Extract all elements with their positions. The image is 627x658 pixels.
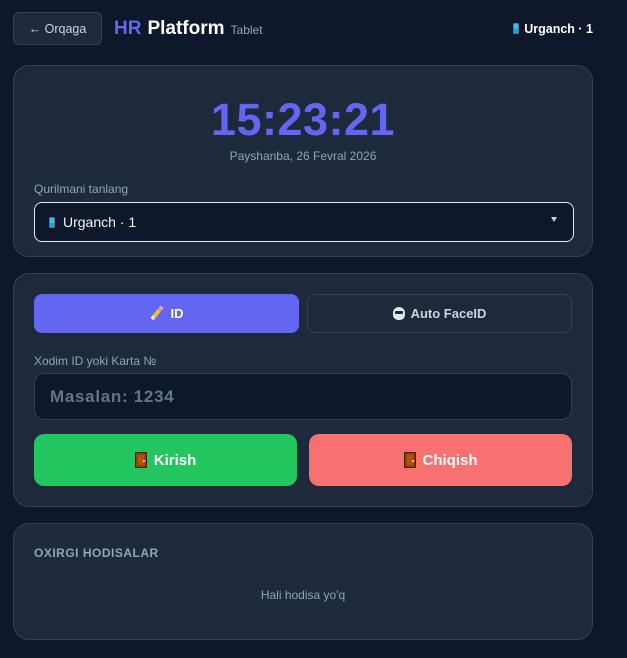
enter-button-label: Kirish <box>153 451 197 469</box>
current-device: Urganch · 1 <box>513 22 593 36</box>
attendance-card: ID Auto FaceID Xodim ID yoki Karta № Kir… <box>13 273 593 507</box>
back-button-label: ← Orqaga <box>28 21 87 36</box>
brand-subtitle: Tablet <box>230 22 263 37</box>
tablet-page: ← Orqaga HR Platform Tablet Urganch · 1 … <box>0 0 627 658</box>
tab-id[interactable]: ID <box>34 294 299 333</box>
clock-time: 15:23:21 <box>210 94 396 145</box>
header: ← Orqaga HR Platform Tablet Urganch · 1 <box>13 12 593 45</box>
recent-events-card: OXIRGI HODISALAR Hali hodisa yo'q <box>13 523 593 640</box>
clock-card: 15:23:21 Payshanba, 26 Fevral 2026 Quril… <box>13 65 593 257</box>
recent-events-title: OXIRGI HODISALAR <box>34 546 159 560</box>
back-button[interactable]: ← Orqaga <box>13 12 102 45</box>
clock-date: Payshanba, 26 Fevral 2026 <box>229 149 377 163</box>
device-icon <box>513 23 520 34</box>
brand-hr: HR <box>114 17 142 39</box>
tab-id-label: ID <box>170 306 184 321</box>
face-icon <box>392 307 405 320</box>
tab-auto-faceid[interactable]: Auto FaceID <box>307 294 572 333</box>
current-device-label: Urganch · 1 <box>524 21 593 36</box>
recent-events-empty: Hali hodisa yo'q <box>260 588 346 602</box>
device-icon <box>49 216 55 228</box>
brand-platform: Platform <box>147 17 225 39</box>
door-icon <box>403 452 416 468</box>
exit-button-label: Chiqish <box>422 451 478 469</box>
pencil-icon <box>150 306 165 321</box>
device-select[interactable]: Urganch · 1 <box>34 202 574 242</box>
employee-id-input[interactable] <box>34 373 572 420</box>
employee-id-label: Xodim ID yoki Karta № <box>34 354 157 368</box>
brand: HR Platform Tablet <box>114 18 263 40</box>
device-select-value: Urganch · 1 <box>63 214 137 230</box>
enter-button[interactable]: Kirish <box>34 434 297 486</box>
chevron-down-icon <box>551 217 557 222</box>
device-select-label: Qurilmani tanlang <box>34 182 129 196</box>
door-icon <box>134 452 147 468</box>
tab-auto-faceid-label: Auto FaceID <box>410 306 487 321</box>
exit-button[interactable]: Chiqish <box>309 434 572 486</box>
